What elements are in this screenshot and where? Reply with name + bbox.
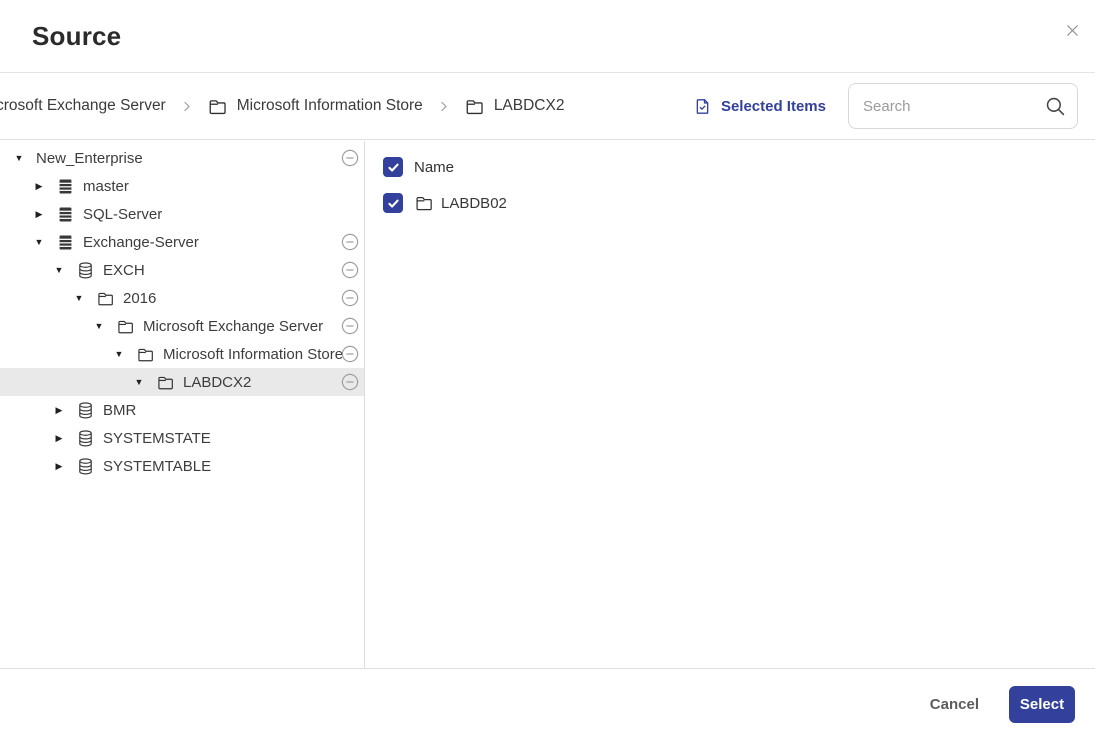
tree-item-label: SYSTEMSTATE [103, 429, 211, 447]
tree-item-systemtable[interactable]: ▶ SYSTEMTABLE [0, 452, 364, 480]
content-panel: Name LABDB02 [365, 141, 1095, 668]
tree-item-bmr[interactable]: ▶ BMR [0, 396, 364, 424]
folder-icon [116, 317, 135, 336]
tree-item-label: Microsoft Information Store [163, 345, 344, 363]
folder-icon [96, 289, 115, 308]
close-button[interactable] [1062, 20, 1082, 40]
server-icon [56, 177, 75, 196]
breadcrumb-label: LABDCX2 [493, 97, 565, 114]
deselect-circle-icon[interactable] [341, 149, 359, 167]
tree-item-exchange-server[interactable]: ▼ Exchange-Server [0, 228, 364, 256]
folder-icon [156, 373, 175, 392]
tree-item-label: master [83, 177, 129, 195]
caret-right-icon[interactable]: ▶ [53, 405, 65, 416]
tree-item-label: SQL-Server [83, 205, 163, 223]
caret-right-icon[interactable]: ▶ [53, 461, 65, 472]
folder-icon [414, 193, 434, 213]
tree-item-label: EXCH [103, 261, 145, 279]
document-check-icon [693, 97, 712, 116]
tree-item-2016[interactable]: ▼ 2016 [0, 284, 364, 312]
tree-item-exch[interactable]: ▼ EXCH [0, 256, 364, 284]
select-all-checkbox[interactable] [383, 157, 403, 177]
dialog-body: ▼ New_Enterprise ▶ master ▶ SQL-Server ▼ Exchan… [0, 141, 1095, 668]
tree-item-label: LABDCX2 [183, 373, 252, 391]
database-icon [76, 401, 95, 420]
deselect-circle-icon[interactable] [341, 317, 359, 335]
cancel-button[interactable]: Cancel [916, 686, 993, 723]
list-item-label: LABDB02 [441, 194, 507, 212]
folder-icon [136, 345, 155, 364]
tree-item-label: 2016 [123, 289, 157, 307]
close-icon [1063, 21, 1082, 40]
search-icon[interactable] [1044, 95, 1067, 118]
tree-item-label: New_Enterprise [36, 149, 143, 167]
source-dialog: Source crosoft Exchange Server Microsoft… [0, 0, 1095, 755]
caret-down-icon[interactable]: ▼ [113, 349, 125, 359]
breadcrumb-item[interactable]: LABDCX2 [464, 96, 565, 117]
caret-down-icon[interactable]: ▼ [13, 153, 25, 163]
tree-item-label: SYSTEMTABLE [103, 457, 212, 475]
tree-item-new-enterprise[interactable]: ▼ New_Enterprise [0, 144, 364, 172]
breadcrumb-item[interactable]: Microsoft Information Store [207, 96, 423, 117]
item-checkbox[interactable] [383, 193, 403, 213]
source-tree: ▼ New_Enterprise ▶ master ▶ SQL-Server ▼ Exchan… [0, 141, 365, 668]
deselect-circle-icon[interactable] [341, 261, 359, 279]
deselect-circle-icon[interactable] [341, 345, 359, 363]
dialog-header: Source [0, 0, 1095, 73]
database-icon [76, 429, 95, 448]
dialog-title: Source [32, 20, 122, 51]
dialog-footer: Cancel Select [0, 668, 1095, 755]
breadcrumb: crosoft Exchange Server Microsoft Inform… [0, 96, 564, 117]
selected-items-button[interactable]: Selected Items [693, 97, 826, 116]
toolbar: crosoft Exchange Server Microsoft Inform… [0, 73, 1095, 140]
chevron-right-icon [183, 101, 190, 111]
breadcrumb-label: crosoft Exchange Server [0, 97, 166, 114]
deselect-circle-icon[interactable] [341, 289, 359, 307]
caret-down-icon[interactable]: ▼ [73, 293, 85, 303]
tree-item-label: BMR [103, 401, 137, 419]
tree-item-microsoft-exchange-server[interactable]: ▼ Microsoft Exchange Server [0, 312, 364, 340]
server-icon [56, 233, 75, 252]
caret-down-icon[interactable]: ▼ [33, 237, 45, 247]
caret-down-icon[interactable]: ▼ [133, 377, 145, 387]
database-icon [76, 457, 95, 476]
deselect-circle-icon[interactable] [341, 373, 359, 391]
breadcrumb-item[interactable]: crosoft Exchange Server [0, 97, 166, 115]
database-icon [76, 261, 95, 280]
folder-icon [464, 96, 485, 117]
tree-item-microsoft-information-store[interactable]: ▼ Microsoft Information Store [0, 340, 364, 368]
select-button[interactable]: Select [1009, 686, 1075, 723]
tree-item-master[interactable]: ▶ master [0, 172, 364, 200]
chevron-right-icon [441, 101, 447, 111]
tree-item-label: Exchange-Server [83, 233, 199, 251]
caret-right-icon[interactable]: ▶ [53, 433, 65, 444]
breadcrumb-label: Microsoft Information Store [236, 97, 423, 114]
folder-icon [207, 96, 228, 117]
tree-item-label: Microsoft Exchange Server [143, 317, 324, 335]
caret-down-icon[interactable]: ▼ [93, 321, 105, 331]
search-box [848, 83, 1078, 129]
tree-item-sql-server[interactable]: ▶ SQL-Server [0, 200, 364, 228]
toolbar-right: Selected Items [693, 83, 1095, 129]
tree-item-labdcx2[interactable]: ▼ LABDCX2 [0, 368, 364, 396]
caret-right-icon[interactable]: ▶ [33, 209, 45, 220]
caret-right-icon[interactable]: ▶ [33, 181, 45, 192]
column-header-name: Name [414, 158, 455, 176]
server-icon [56, 205, 75, 224]
tree-item-systemstate[interactable]: ▶ SYSTEMSTATE [0, 424, 364, 452]
content-header-row: Name [383, 152, 1095, 182]
list-item[interactable]: LABDB02 [383, 188, 1095, 218]
selected-items-label: Selected Items [720, 97, 826, 115]
caret-down-icon[interactable]: ▼ [53, 265, 65, 275]
deselect-circle-icon[interactable] [341, 233, 359, 251]
